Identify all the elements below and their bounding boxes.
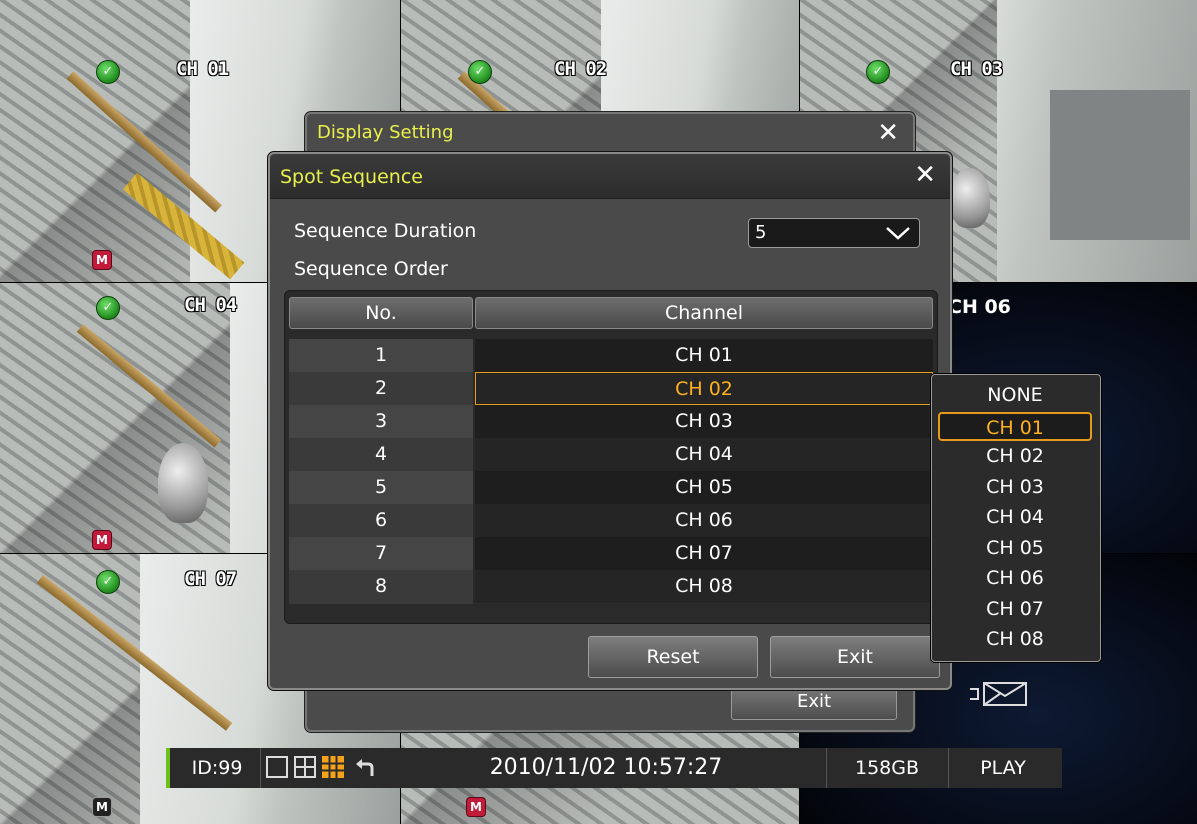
table-header: No. Channel xyxy=(289,297,933,329)
table-row[interactable]: 5 CH 05 xyxy=(289,471,933,505)
channel-cell[interactable]: CH 07 xyxy=(475,537,933,571)
dropdown-option[interactable]: NONE xyxy=(938,381,1092,410)
camera-label: CH 04 xyxy=(184,294,237,316)
sequence-order-table: No. Channel 1 CH 01 2 CH 02 3 CH 03 4 CH 04 5 CH … xyxy=(284,290,938,624)
dialog-title: Display Setting xyxy=(317,122,454,143)
channel-cell[interactable]: CH 02 xyxy=(475,372,933,405)
dropdown-option[interactable]: CH 06 xyxy=(938,564,1092,593)
ok-check-icon: ✓ xyxy=(866,60,890,84)
storage-remaining: 158GB xyxy=(826,748,949,788)
person xyxy=(158,443,208,523)
ok-check-icon: ✓ xyxy=(96,570,120,594)
table-row[interactable]: 1 CH 01 xyxy=(289,339,933,373)
dropdown-option[interactable]: CH 04 xyxy=(938,503,1092,532)
table-row[interactable]: 8 CH 08 xyxy=(289,570,933,604)
close-icon[interactable]: ✕ xyxy=(914,160,936,190)
door xyxy=(1050,90,1190,240)
dropdown-option[interactable]: CH 08 xyxy=(938,625,1092,654)
person xyxy=(950,168,990,228)
select-value: 5 xyxy=(755,222,767,243)
dropdown-option[interactable]: CH 01 xyxy=(938,411,1092,441)
sequence-duration-select[interactable]: 5 xyxy=(748,218,920,248)
table-row[interactable]: 2 CH 02 xyxy=(289,372,933,406)
grid-9-view-icon[interactable] xyxy=(322,756,344,778)
m-badge-icon: M xyxy=(92,530,112,550)
channel-cell[interactable]: CH 06 xyxy=(475,504,933,538)
channel-dropdown-list: NONE CH 01 CH 02 CH 03 CH 04 CH 05 CH 06 CH 07 C… xyxy=(931,374,1101,662)
row-number: 4 xyxy=(289,438,473,472)
row-number: 5 xyxy=(289,471,473,505)
camera-label: CH 03 xyxy=(950,58,1003,80)
return-icon[interactable] xyxy=(354,756,376,778)
m-badge-icon: M xyxy=(92,250,112,270)
table-row[interactable]: 3 CH 03 xyxy=(289,405,933,439)
camera-label: CH 07 xyxy=(184,568,237,590)
dialog-title: Spot Sequence xyxy=(280,166,423,188)
table-row[interactable]: 4 CH 04 xyxy=(289,438,933,472)
channel-cell[interactable]: CH 05 xyxy=(475,471,933,505)
ok-check-icon: ✓ xyxy=(468,60,492,84)
table-row[interactable]: 7 CH 07 xyxy=(289,537,933,571)
row-number: 1 xyxy=(289,339,473,373)
m-badge-icon: M xyxy=(466,797,486,817)
row-number: 6 xyxy=(289,504,473,538)
spot-sequence-dialog: Spot Sequence ✕ Sequence Duration 5 Sequ… xyxy=(268,152,952,690)
camera-label: CH 06 xyxy=(948,296,1011,318)
channel-cell[interactable]: CH 08 xyxy=(475,570,933,604)
chevron-down-icon xyxy=(886,227,910,240)
mail-icon xyxy=(970,682,1027,706)
quad-view-icon[interactable] xyxy=(294,756,316,778)
row-number: 8 xyxy=(289,570,473,604)
channel-cell[interactable]: CH 03 xyxy=(475,405,933,439)
m-badge-icon: M xyxy=(92,797,112,817)
single-view-icon[interactable] xyxy=(266,756,288,778)
reset-button[interactable]: Reset xyxy=(588,636,758,678)
status-bar: ID:99 2010/11/02 10:57:27 158GB PLAY xyxy=(166,748,1062,788)
dialog-titlebar: Spot Sequence ✕ xyxy=(270,154,950,199)
dropdown-option[interactable]: CH 05 xyxy=(938,534,1092,563)
ok-check-icon: ✓ xyxy=(96,60,120,84)
playback-mode[interactable]: PLAY xyxy=(948,748,1058,788)
row-number: 2 xyxy=(289,372,473,406)
column-header-no: No. xyxy=(289,297,473,329)
sequence-duration-label: Sequence Duration xyxy=(294,220,477,242)
dropdown-option[interactable]: CH 02 xyxy=(938,442,1092,471)
channel-cell[interactable]: CH 04 xyxy=(475,438,933,472)
channel-cell[interactable]: CH 01 xyxy=(475,339,933,373)
dropdown-option[interactable]: CH 03 xyxy=(938,473,1092,502)
user-id: ID:99 xyxy=(174,748,261,788)
row-number: 7 xyxy=(289,537,473,571)
camera-label: CH 02 xyxy=(554,58,607,80)
date-time: 2010/11/02 10:57:27 xyxy=(386,748,827,788)
ok-check-icon: ✓ xyxy=(96,296,120,320)
column-header-channel: Channel xyxy=(475,297,933,329)
row-number: 3 xyxy=(289,405,473,439)
camera-label: CH 01 xyxy=(176,58,229,80)
table-row[interactable]: 6 CH 06 xyxy=(289,504,933,538)
dropdown-option[interactable]: CH 07 xyxy=(938,595,1092,624)
exit-button[interactable]: Exit xyxy=(770,636,940,678)
sequence-order-label: Sequence Order xyxy=(294,258,448,280)
close-icon[interactable]: ✕ xyxy=(877,118,899,148)
